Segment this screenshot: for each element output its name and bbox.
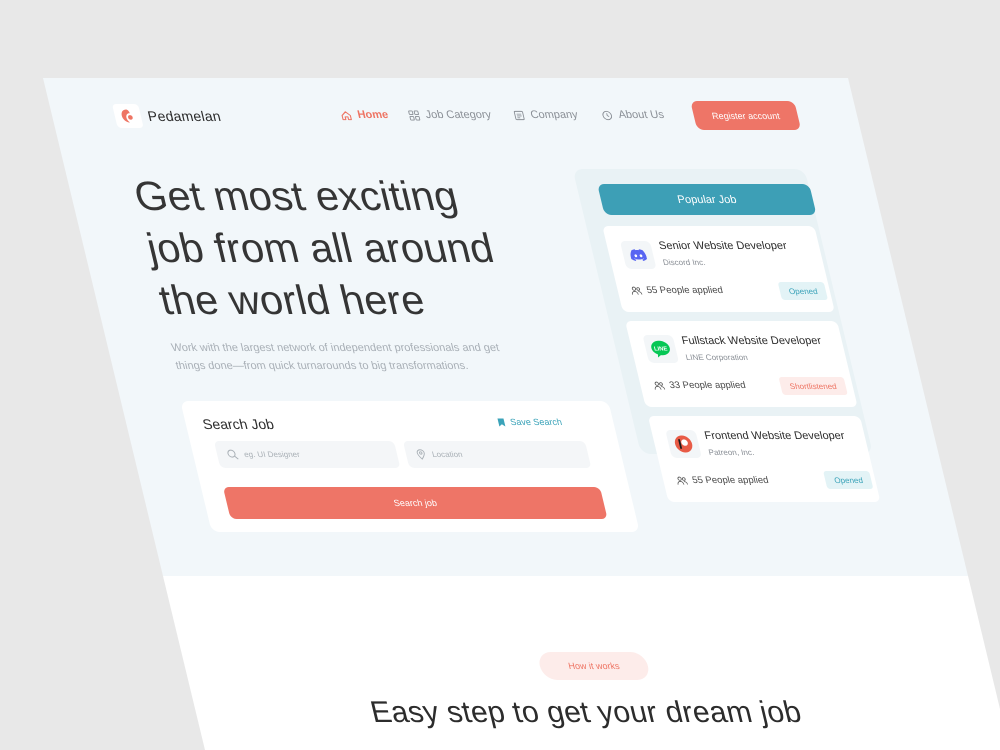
search-keyword-placeholder: eg. UI Designer: [243, 450, 301, 459]
hero-subtitle-line: things done—from quick turnarounds to bi…: [174, 359, 470, 372]
job-title: Senior Website Developer: [657, 240, 789, 252]
register-account-button[interactable]: Register account: [690, 101, 802, 130]
hero-headline-line: job from all around: [142, 225, 499, 271]
job-card[interactable]: [647, 416, 881, 502]
nav-item-about-us[interactable]: About Us: [600, 109, 665, 121]
line-icon: LINE: [642, 335, 680, 363]
save-search-label: Save Search: [509, 417, 564, 427]
hero-headline-line: the world here: [154, 277, 430, 323]
people-icon: [677, 476, 688, 485]
job-applied-label: 33 People applied: [668, 380, 747, 391]
search-icon: [227, 449, 239, 460]
save-search-button[interactable]: Save Search: [496, 417, 563, 427]
job-applied-label: 55 People applied: [645, 285, 725, 296]
search-location-input[interactable]: Location: [402, 441, 592, 468]
hero-headline-line: Get most exciting: [129, 173, 463, 219]
job-company: Patreon, Inc.: [707, 448, 756, 457]
status-badge: Shortlistened: [778, 377, 848, 395]
bookmark-icon: [497, 418, 506, 426]
job-title: Frontend Website Developer: [703, 430, 846, 442]
popular-job-header: Popular Job: [597, 184, 817, 215]
clock-icon: [602, 110, 612, 120]
page: Pedamelan Home Job Category Company Abou…: [0, 0, 1000, 750]
nav-item-company[interactable]: Company: [512, 109, 579, 121]
home-icon: [341, 110, 352, 120]
section-title: Easy step to get your dream job: [367, 696, 805, 729]
search-keyword-input[interactable]: eg. UI Designer: [213, 441, 401, 468]
job-applied-label: 55 People applied: [691, 475, 770, 486]
job-company: LINE Corporation: [684, 353, 749, 362]
nav-item-home[interactable]: Home: [339, 109, 390, 121]
discord-icon: [619, 241, 657, 269]
building-icon: [513, 110, 525, 120]
search-job-button[interactable]: Search job: [222, 487, 608, 519]
brand-name[interactable]: Pedamelan: [146, 108, 222, 124]
search-job-title: Search Job: [200, 416, 276, 432]
hero-headline: Get most exciting job from all around th…: [129, 170, 626, 326]
nav-item-job-category[interactable]: Job Category: [407, 109, 492, 121]
nav-label-company: Company: [529, 109, 580, 121]
nav-label-home: Home: [356, 109, 390, 121]
page-content: Pedamelan Home Job Category Company Abou…: [0, 0, 1000, 750]
nav-label-job-category: Job Category: [424, 109, 493, 121]
location-pin-icon: [416, 449, 425, 460]
job-applied: 33 People applied: [652, 380, 747, 391]
nav-label-about-us: About Us: [617, 109, 666, 121]
hero-subtitle: Work with the largest network of indepen…: [170, 340, 558, 375]
search-location-placeholder: Location: [431, 450, 464, 459]
job-applied: 55 People applied: [629, 285, 724, 296]
grid-icon: [408, 109, 421, 121]
status-badge: Opened: [777, 282, 829, 300]
hero-subtitle-line: Work with the largest network of indepen…: [170, 342, 501, 354]
brand-logo-icon[interactable]: [111, 104, 144, 128]
patreon-icon: [665, 430, 702, 458]
svg-text:LINE: LINE: [654, 346, 669, 352]
status-badge: Opened: [823, 471, 874, 489]
people-icon: [631, 286, 643, 295]
job-title: Fullstack Website Developer: [680, 335, 823, 347]
job-applied: 55 People applied: [675, 475, 770, 486]
people-icon: [654, 381, 666, 390]
how-it-works-pill: How it works: [536, 652, 652, 680]
job-company: Discord Inc.: [661, 258, 707, 267]
